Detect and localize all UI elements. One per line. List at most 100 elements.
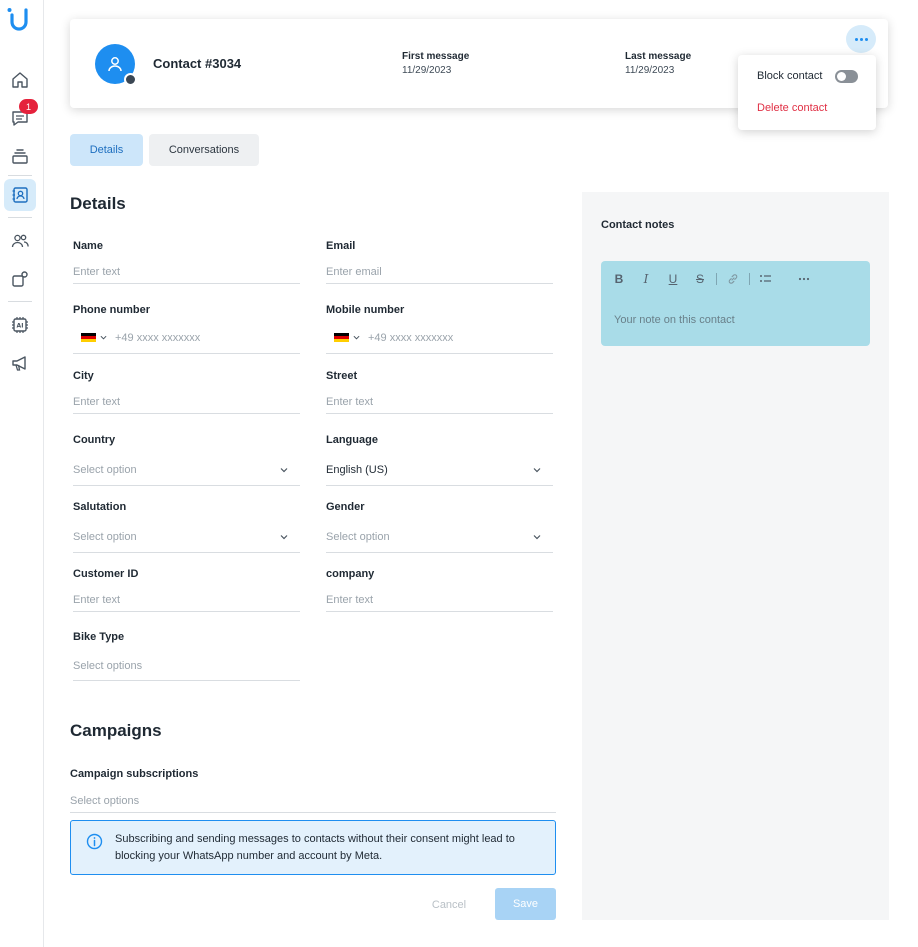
tab-conversations[interactable]: Conversations (149, 134, 259, 166)
salutation-label: Salutation (73, 501, 127, 513)
name-label: Name (73, 240, 103, 252)
country-value: Select option (73, 463, 137, 476)
chevron-down-icon (280, 535, 288, 540)
customer-id-label: Customer ID (73, 568, 139, 580)
people-icon (11, 234, 29, 248)
mobile-placeholder: +49 xxxx xxxxxxx (368, 331, 454, 344)
name-input[interactable]: Enter text (73, 260, 300, 284)
chevron-down-icon (100, 335, 107, 340)
first-message-value: 11/29/2023 (402, 65, 452, 76)
underline-button[interactable]: U (667, 272, 679, 286)
first-message-label: First message (402, 51, 470, 62)
company-label: company (326, 568, 375, 580)
strikethrough-button[interactable]: S (694, 272, 706, 286)
phone-field: Phone number +49 xxxx xxxxxxx (73, 304, 300, 354)
language-field: Language English (US) (326, 434, 553, 486)
contact-book-icon (12, 187, 28, 203)
country-select[interactable]: Select option (73, 454, 300, 486)
sidebar-divider (8, 217, 32, 218)
chevron-down-icon (533, 535, 541, 540)
language-value: English (US) (326, 463, 388, 476)
more-horizontal-icon (798, 277, 810, 281)
language-select[interactable]: English (US) (326, 454, 553, 486)
link-icon (728, 274, 738, 284)
sidebar-item-ai[interactable]: AI (4, 309, 36, 341)
mobile-input[interactable]: +49 xxxx xxxxxxx (326, 322, 553, 354)
bike-type-label: Bike Type (73, 631, 125, 643)
germany-flag-icon[interactable] (334, 332, 349, 343)
contact-notes-panel: Contact notes B I U S Your note on this … (582, 192, 889, 920)
email-label: Email (326, 240, 356, 252)
sidebar-item-campaigns[interactable] (4, 347, 36, 379)
last-message-label: Last message (625, 51, 692, 62)
cancel-button[interactable]: Cancel (418, 889, 480, 920)
stack-icon (12, 149, 28, 164)
sidebar-divider (8, 175, 32, 176)
user-icon (108, 57, 122, 72)
bullet-list-button[interactable] (758, 272, 772, 286)
customer-id-input[interactable]: Enter text (73, 588, 300, 612)
germany-flag-icon[interactable] (81, 332, 96, 343)
toolbar-divider (749, 273, 750, 285)
save-button[interactable]: Save (495, 888, 556, 920)
sidebar-item-home[interactable] (4, 64, 36, 96)
svg-text:AI: AI (17, 323, 24, 330)
sidebar-item-team[interactable] (4, 225, 36, 257)
delete-contact-item[interactable]: Delete contact (757, 102, 827, 114)
gender-select[interactable]: Select option (326, 521, 553, 553)
tab-details[interactable]: Details (70, 134, 143, 166)
last-message-value: 11/29/2023 (625, 65, 675, 76)
block-contact-toggle[interactable] (835, 70, 858, 83)
phone-input[interactable]: +49 xxxx xxxxxxx (73, 322, 300, 354)
city-label: City (73, 370, 94, 382)
company-input[interactable]: Enter text (326, 588, 553, 612)
city-input[interactable]: Enter text (73, 390, 300, 414)
more-formatting-button[interactable] (796, 272, 812, 286)
chevron-down-icon (533, 468, 541, 473)
company-field: company Enter text (326, 568, 553, 612)
consent-info-box: Subscribing and sending messages to cont… (70, 820, 556, 875)
campaign-subscriptions-label: Campaign subscriptions (70, 768, 199, 780)
italic-button[interactable]: I (640, 272, 652, 286)
campaign-subscriptions-select[interactable]: Select options (70, 789, 556, 813)
ai-chip-icon: AI (12, 317, 28, 333)
bold-button[interactable]: B (613, 272, 625, 286)
campaigns-title: Campaigns (70, 721, 162, 740)
name-field: Name Enter text (73, 240, 300, 284)
sidebar-item-contacts[interactable] (4, 179, 36, 211)
notes-placeholder[interactable]: Your note on this contact (614, 314, 735, 326)
city-field: City Enter text (73, 370, 300, 414)
salutation-value: Select option (73, 530, 137, 543)
block-contact-item[interactable]: Block contact (757, 70, 822, 82)
notes-editor[interactable]: B I U S Your note on this contact (601, 261, 870, 346)
notes-title: Contact notes (601, 219, 675, 231)
country-field: Country Select option (73, 434, 300, 486)
gender-label: Gender (326, 501, 365, 513)
country-label: Country (73, 434, 116, 446)
more-options-button[interactable] (846, 25, 876, 53)
sidebar-item-integrations[interactable] (4, 263, 36, 295)
email-field: Email Enter email (326, 240, 553, 284)
details-title: Details (70, 194, 126, 213)
language-label: Language (326, 434, 378, 446)
link-button[interactable] (726, 272, 740, 286)
gender-value: Select option (326, 530, 390, 543)
first-message-meta: First message 11/29/2023 (402, 51, 469, 76)
unread-badge: 1 (19, 99, 38, 114)
last-message-meta: Last message 11/29/2023 (625, 51, 691, 76)
bike-type-select[interactable]: Select options (73, 651, 300, 681)
bullet-list-icon (759, 275, 771, 282)
chevron-down-icon (353, 335, 360, 340)
customer-id-field: Customer ID Enter text (73, 568, 300, 612)
salutation-select[interactable]: Select option (73, 521, 300, 553)
mobile-label: Mobile number (326, 304, 405, 316)
home-icon (12, 72, 28, 88)
salutation-field: Salutation Select option (73, 501, 300, 553)
street-label: Street (326, 370, 358, 382)
u-logo-icon[interactable] (6, 6, 30, 32)
street-input[interactable]: Enter text (326, 390, 553, 414)
email-input[interactable]: Enter email (326, 260, 553, 284)
sidebar-divider (8, 301, 32, 302)
sidebar-item-archive[interactable] (4, 140, 36, 172)
mobile-field: Mobile number +49 xxxx xxxxxxx (326, 304, 553, 354)
